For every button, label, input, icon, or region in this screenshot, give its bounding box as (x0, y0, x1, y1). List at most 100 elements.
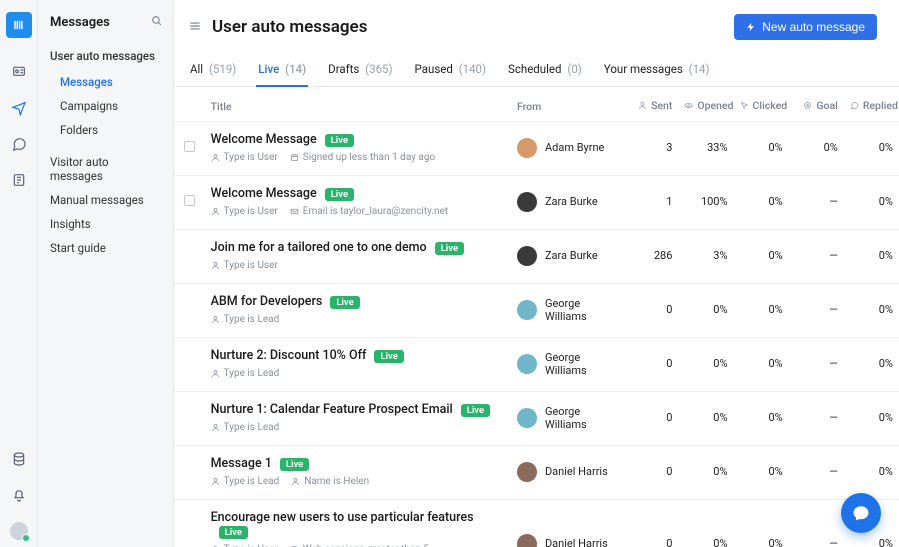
cell-clicked: 0% (734, 446, 789, 500)
sidebar-title: Messages (50, 15, 110, 30)
cell-goal: — (789, 446, 844, 500)
avatar (517, 408, 537, 428)
cell-clicked: 0% (734, 230, 789, 284)
from-name: Zara Burke (545, 249, 598, 262)
live-badge: Live (219, 526, 248, 539)
avatar (517, 354, 537, 374)
table-row[interactable]: ABM for DevelopersLiveType is LeadGeorge… (174, 284, 899, 338)
bell-icon[interactable] (9, 485, 29, 505)
cell-sent: 0 (623, 446, 678, 500)
meta-chip: Type is User (211, 152, 278, 163)
tab-your-messages[interactable]: Your messages (14) (602, 56, 712, 86)
avatar (517, 138, 537, 158)
tabs: All (519) Live (14) Drafts (365) Paused (14… (174, 56, 899, 87)
table-row[interactable]: Welcome MessageLiveType is UserSigned up… (174, 122, 899, 176)
meta-chip: Signed up less than 1 day ago (290, 152, 435, 163)
row-checkbox[interactable] (184, 195, 195, 206)
brand-logo[interactable] (6, 12, 32, 38)
tab-label: Live (258, 62, 279, 76)
from-name: Zara Burke (545, 195, 598, 208)
page-header: User auto messages New auto message (174, 0, 899, 50)
cell-opened: 0% (678, 446, 733, 500)
cell-replied: 0% (844, 230, 899, 284)
col-title[interactable]: Title (205, 87, 511, 122)
live-badge: Live (330, 296, 359, 309)
meta-chip: Type is Lead (211, 368, 280, 379)
cell-goal: 0% (789, 122, 844, 176)
cell-replied: 0% (844, 176, 899, 230)
meta-chip: Email is taylor_laura@zencity.net (290, 206, 448, 217)
tab-count: (14) (282, 62, 306, 76)
sidebar-sub-folders[interactable]: Folders (60, 118, 163, 142)
sidebar-item-insights[interactable]: Insights (50, 212, 163, 236)
tab-all[interactable]: All (519) (188, 56, 238, 86)
tab-scheduled[interactable]: Scheduled (0) (506, 56, 584, 86)
cell-goal: — (789, 392, 844, 446)
from-name: George Williams (545, 351, 617, 377)
tab-label: Scheduled (508, 62, 562, 76)
messenger-fab[interactable] (841, 493, 881, 533)
row-title: Nurture 1: Calendar Feature Prospect Ema… (211, 402, 453, 417)
search-icon[interactable] (150, 14, 163, 30)
cell-clicked: 0% (734, 338, 789, 392)
sidebar-item-user-auto[interactable]: User auto messages (50, 44, 163, 68)
cell-sent: 286 (623, 230, 678, 284)
live-badge: Live (435, 242, 464, 255)
cell-opened: 3% (678, 230, 733, 284)
cell-opened: 33% (678, 122, 733, 176)
row-checkbox[interactable] (184, 141, 195, 152)
meta-chip: Name is Helen (291, 476, 369, 487)
table-row[interactable]: Nurture 2: Discount 10% Off Live Type is L… (174, 338, 899, 392)
cell-sent: 0 (623, 338, 678, 392)
tab-count: (14) (686, 62, 710, 76)
tab-label: Your messages (604, 62, 683, 76)
cell-sent: 3 (623, 122, 678, 176)
col-clicked[interactable]: Clicked (734, 87, 789, 122)
cell-replied: 0% (844, 392, 899, 446)
meta-chip: Type is Lead (211, 476, 280, 487)
meta-chip: Type is User (211, 260, 278, 271)
col-goal[interactable]: Goal (789, 87, 844, 122)
people-icon[interactable] (9, 62, 29, 82)
col-from[interactable]: From (511, 87, 623, 122)
row-title: ABM for Developers (211, 294, 323, 309)
table-row[interactable]: Welcome MessageLiveType is UserEmail is … (174, 176, 899, 230)
col-opened[interactable]: Opened (678, 87, 733, 122)
table-row[interactable]: Encourage new users to use particular fe… (174, 500, 899, 547)
sidebar-item-visitor-auto[interactable]: Visitor auto messages (50, 150, 163, 188)
cell-sent: 0 (623, 500, 678, 547)
cell-goal: — (789, 338, 844, 392)
table-row[interactable]: Message 1LiveType is LeadName is HelenDa… (174, 446, 899, 500)
live-badge: Live (374, 350, 403, 363)
user-avatar[interactable] (9, 521, 29, 541)
tab-drafts[interactable]: Drafts (365) (326, 56, 394, 86)
chat-bubble-icon[interactable] (9, 134, 29, 154)
sidebar-item-start-guide[interactable]: Start guide (50, 236, 163, 260)
send-icon[interactable] (9, 98, 29, 118)
meta-chip: Type is Lead (211, 422, 280, 433)
row-title: Welcome Message (211, 132, 317, 147)
live-badge: Live (280, 458, 309, 471)
table-row[interactable]: Join me for a tailored one to one demoLi… (174, 230, 899, 284)
tab-live[interactable]: Live (14) (256, 56, 308, 86)
cell-opened: 0% (678, 338, 733, 392)
col-replied[interactable]: Replied (844, 87, 899, 122)
data-icon[interactable] (9, 449, 29, 469)
row-title: Nurture 2: Discount 10% Off (211, 348, 367, 363)
new-auto-message-button[interactable]: New auto message (734, 14, 877, 40)
cell-clicked: 0% (734, 500, 789, 547)
sidebar-item-manual[interactable]: Manual messages (50, 188, 163, 212)
tab-paused[interactable]: Paused (140) (413, 56, 489, 86)
article-icon[interactable] (9, 170, 29, 190)
sidebar-sub-campaigns[interactable]: Campaigns (60, 94, 163, 118)
table-row[interactable]: Nurture 1: Calendar Feature Prospect Ema… (174, 392, 899, 446)
sidebar-sub-messages[interactable]: Messages (60, 70, 163, 94)
live-badge: Live (325, 188, 354, 201)
cell-sent: 0 (623, 392, 678, 446)
menu-icon[interactable] (188, 19, 202, 36)
live-badge: Live (461, 404, 490, 417)
col-sent[interactable]: Sent (623, 87, 678, 122)
from-name: George Williams (545, 297, 617, 323)
tab-label: Drafts (328, 62, 359, 76)
cell-sent: 0 (623, 284, 678, 338)
